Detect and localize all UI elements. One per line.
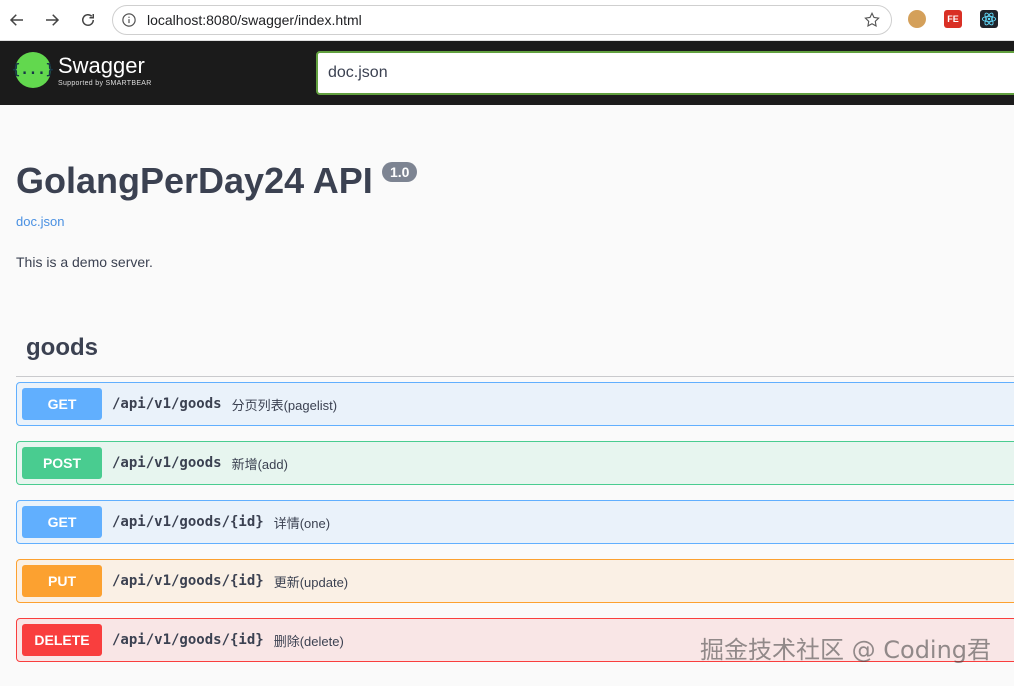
operation-summary: 详情(one) [273,515,331,531]
method-badge: GET [22,506,102,538]
tag-section-header[interactable]: goods [16,330,1014,377]
info-icon[interactable] [121,12,137,28]
watermark: 掘金技术社区 @ Coding君 [700,636,992,664]
api-title: GolangPerDay24 API [16,160,373,201]
operation-summary: 更新(update) [273,574,349,590]
spec-link[interactable]: doc.json [16,214,64,229]
version-badge: 1.0 [382,162,418,182]
operation-get-goods-id[interactable]: GET /api/v1/goods/{id} 详情(one) [16,500,1014,544]
react-devtools-icon[interactable] [980,10,998,28]
star-icon[interactable] [863,11,883,31]
back-icon[interactable] [6,9,28,31]
fe-extension-icon[interactable]: FE [944,10,962,28]
logo-subtitle: Supported by SMARTBEAR [58,79,152,87]
method-badge: POST [22,447,102,479]
operation-put-goods-id[interactable]: PUT /api/v1/goods/{id} 更新(update) [16,559,1014,603]
info-header: GolangPerDay24 API 1.0 [16,160,418,202]
operation-path: /api/v1/goods/{id} [112,514,264,530]
logo-title: Swagger [58,52,145,78]
operation-post-goods[interactable]: POST /api/v1/goods 新增(add) [16,441,1014,485]
operation-path: /api/v1/goods [112,396,222,412]
method-badge: PUT [22,565,102,597]
cookie-extension-icon[interactable] [908,10,926,28]
forward-icon[interactable] [41,9,63,31]
operation-path: /api/v1/goods [112,455,222,471]
address-bar[interactable]: localhost:8080/swagger/index.html [112,5,892,35]
swagger-logo[interactable]: {...} Swagger Supported by SMARTBEAR [12,52,152,88]
operation-summary: 新增(add) [231,456,288,472]
spec-url-input[interactable] [316,51,1014,95]
method-badge: GET [22,388,102,420]
browser-toolbar: localhost:8080/swagger/index.html FE [0,0,1014,41]
url-text[interactable]: localhost:8080/swagger/index.html [147,12,362,28]
operation-get-goods[interactable]: GET /api/v1/goods 分页列表(pagelist) [16,382,1014,426]
operation-summary: 分页列表(pagelist) [231,397,338,413]
tag-name: goods [26,334,98,361]
operation-path: /api/v1/goods/{id} [112,632,264,648]
swagger-logo-icon: {...} [12,52,54,88]
api-description: This is a demo server. [16,254,153,270]
operation-path: /api/v1/goods/{id} [112,573,264,589]
reload-icon[interactable] [77,9,99,31]
method-badge: DELETE [22,624,102,656]
operation-summary: 删除(delete) [273,633,344,649]
swagger-topbar: {...} Swagger Supported by SMARTBEAR [0,41,1014,105]
